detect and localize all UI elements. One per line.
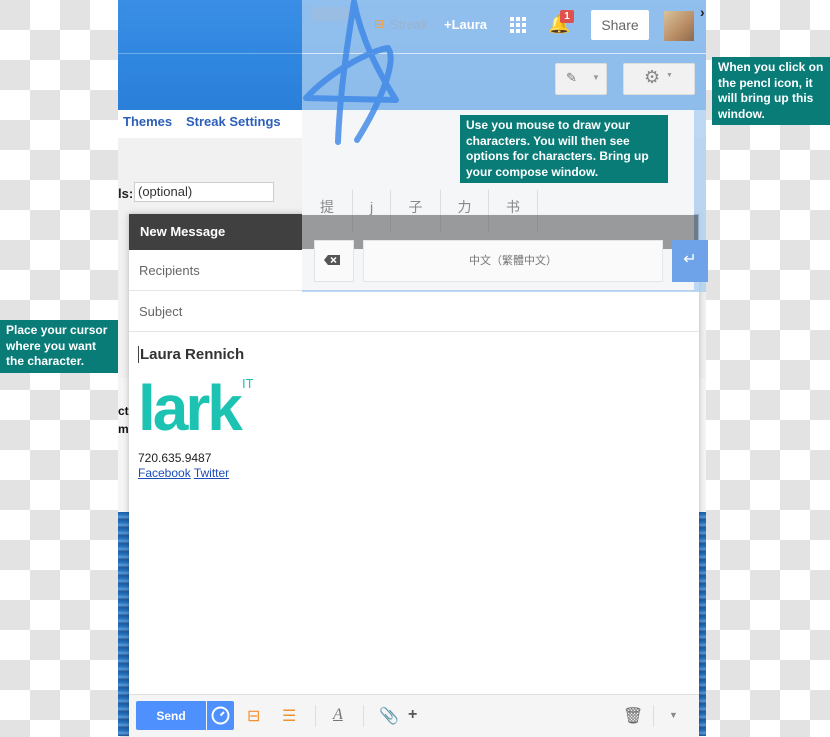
avatar[interactable] xyxy=(664,11,694,41)
more-insert-icon[interactable]: + xyxy=(408,706,417,724)
subject-field[interactable]: Subject xyxy=(129,291,699,332)
signature-phone: 720.635.9487 xyxy=(138,451,212,465)
panel-close-icon[interactable]: › xyxy=(700,4,705,20)
divider xyxy=(363,705,364,727)
lark-logo: lark IT xyxy=(138,374,254,436)
recipients-placeholder: Recipients xyxy=(139,263,200,278)
lark-logo-sup: IT xyxy=(242,376,254,391)
signature-name[interactable]: Laura Rennich xyxy=(138,346,244,363)
apps-grid-icon[interactable] xyxy=(510,17,526,33)
send-button[interactable]: Send xyxy=(136,701,206,730)
bcc-label: ls: xyxy=(118,186,134,201)
callout-cursor-instructions: Place your cursor where you want the cha… xyxy=(0,320,118,373)
gear-icon: ⚙ xyxy=(644,67,661,87)
twitter-link[interactable]: Twitter xyxy=(194,466,229,480)
trash-icon[interactable]: 🗑 xyxy=(623,706,643,726)
backspace-button[interactable] xyxy=(314,240,354,282)
bcc-input[interactable]: (optional) xyxy=(134,182,274,202)
streak-template-icon[interactable]: ⊟ xyxy=(247,706,260,726)
compose-window: New Message – ⤢ ✕ Recipients Subject Lau… xyxy=(129,214,699,737)
language-selector[interactable]: 中文（繁體中文） xyxy=(363,240,663,282)
handwriting-stroke xyxy=(303,0,399,145)
chevron-down-icon: ▼ xyxy=(592,73,600,82)
compose-toolbar: Send ⊟ ☰ A 📎 + 🗑 ▼ xyxy=(129,694,699,737)
pencil-icon: ✎ xyxy=(566,70,577,85)
callout-pencil-instructions: When you click on the pencl icon, it wil… xyxy=(712,57,830,125)
settings-button[interactable]: ⚙ ▼ xyxy=(623,63,695,95)
clock-icon xyxy=(211,706,230,725)
chevron-down-icon: ▼ xyxy=(666,72,673,79)
backspace-icon xyxy=(324,255,340,265)
pencil-button[interactable]: ✎ ▼ xyxy=(555,63,607,95)
more-options-icon[interactable]: ▼ xyxy=(669,710,678,720)
schedule-send-button[interactable] xyxy=(207,701,234,730)
nav-themes[interactable]: Themes xyxy=(123,114,172,129)
signature-links: Facebook Twitter xyxy=(138,466,229,480)
streak-snippet-icon[interactable]: ☰ xyxy=(282,706,296,726)
notification-badge: 1 xyxy=(560,10,574,23)
enter-icon: ↵ xyxy=(683,251,697,268)
compose-title: New Message xyxy=(140,224,226,239)
attach-icon[interactable]: 📎 xyxy=(379,706,399,726)
enter-button[interactable]: ↵ xyxy=(672,240,708,282)
facebook-link[interactable]: Facebook xyxy=(138,466,191,480)
user-link[interactable]: +Laura xyxy=(444,17,487,32)
share-button[interactable]: Share xyxy=(591,10,649,40)
callout-draw-instructions: Use you mouse to draw your characters. Y… xyxy=(460,115,668,183)
nav-streak-settings[interactable]: Streak Settings xyxy=(186,114,281,129)
formatting-icon[interactable]: A xyxy=(333,706,343,724)
divider xyxy=(315,705,316,727)
subject-placeholder: Subject xyxy=(139,304,183,319)
divider xyxy=(653,705,654,727)
lark-logo-text: lark xyxy=(138,374,243,436)
